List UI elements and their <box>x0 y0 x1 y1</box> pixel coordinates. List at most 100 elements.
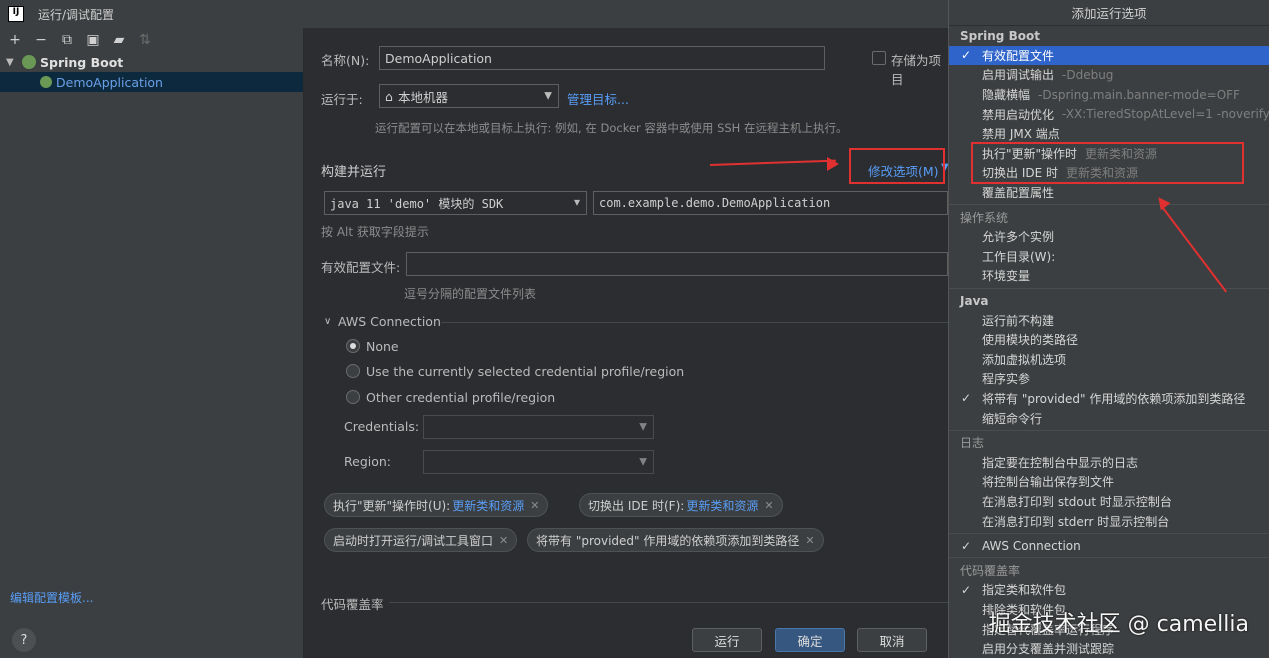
popup-option[interactable]: 缩短命令行 <box>949 408 1269 428</box>
aws-other-radio[interactable] <box>346 390 360 404</box>
cancel-button[interactable]: 取消 <box>857 628 927 652</box>
name-input[interactable]: DemoApplication <box>379 46 825 70</box>
popup-option-label: 启用调试输出 <box>982 68 1055 83</box>
popup-option-label: 允许多个实例 <box>982 230 1055 245</box>
checkmark-icon: ✓ <box>961 391 972 406</box>
frame-deactivation-chip[interactable]: 切换出 IDE 时(F): 更新类和资源 ✕ <box>579 493 783 517</box>
popup-option-label: 禁用启动优化 <box>982 107 1055 122</box>
popup-option[interactable]: 禁用启动优化 -XX:TieredStopAtLevel=1 -noverify <box>949 104 1269 124</box>
provided-scope-chip[interactable]: 将带有 "provided" 作用域的依赖项添加到类路径 ✕ <box>527 528 824 552</box>
chip-value[interactable]: 更新类和资源 <box>686 497 758 514</box>
credentials-label: Credentials: <box>344 419 420 434</box>
annotation-box <box>971 142 1244 184</box>
popup-option[interactable]: 允许多个实例 <box>949 227 1269 247</box>
aws-none-radio[interactable] <box>346 339 360 353</box>
popup-option[interactable]: 添加虚拟机选项 <box>949 350 1269 370</box>
popup-option[interactable]: 工作目录(W): <box>949 247 1269 267</box>
close-icon[interactable]: ✕ <box>764 499 773 512</box>
aws-current-radio[interactable] <box>346 364 360 378</box>
close-icon[interactable]: ✕ <box>499 534 508 547</box>
chip-value[interactable]: 更新类和资源 <box>452 497 524 514</box>
chevron-down-icon[interactable]: ▼ <box>6 57 18 68</box>
popup-option-label: 有效配置文件 <box>982 48 1055 63</box>
popup-option-label: 工作目录(W): <box>982 249 1056 264</box>
popup-option[interactable]: 程序实参 <box>949 369 1269 389</box>
save-icon[interactable]: ▣ <box>82 30 104 50</box>
chevron-down-icon: ▼ <box>639 456 647 468</box>
update-action-chip[interactable]: 执行"更新"操作时(U): 更新类和资源 ✕ <box>324 493 549 517</box>
popup-group-title: 日志 <box>960 436 985 451</box>
open-tool-window-chip[interactable]: 启动时打开运行/调试工具窗口 ✕ <box>324 528 518 552</box>
popup-option-hint: -Ddebug <box>1062 67 1114 82</box>
popup-option[interactable]: 启用调试输出 -Ddebug <box>949 65 1269 85</box>
copy-icon[interactable]: ⧉ <box>56 30 78 50</box>
aws-current-label: Use the currently selected credential pr… <box>366 364 685 379</box>
region-label: Region: <box>344 454 392 469</box>
close-icon[interactable]: ✕ <box>805 534 814 547</box>
chevron-down-icon: ▼ <box>573 197 580 209</box>
sort-icon[interactable]: ⇅ <box>134 30 156 50</box>
chevron-down-icon: ▼ <box>544 90 552 102</box>
aws-section-title[interactable]: AWS Connection <box>338 314 441 329</box>
popup-option[interactable]: 将控制台输出保存到文件 <box>949 472 1269 492</box>
aws-separator <box>441 322 948 323</box>
popup-option[interactable]: ✓ AWS Connection <box>949 536 1269 556</box>
popup-option-label: 指定类和软件包 <box>982 583 1067 598</box>
popup-option[interactable]: ✓ 有效配置文件 <box>949 45 1269 66</box>
popup-option[interactable]: 在消息打印到 stdout 时显示控制台 <box>949 492 1269 512</box>
popup-separator <box>949 204 1269 206</box>
popup-option[interactable]: 使用模块的类路径 <box>949 330 1269 350</box>
popup-option-label: 将带有 "provided" 作用域的依赖项添加到类路径 <box>982 391 1246 406</box>
store-as-project-checkbox[interactable] <box>872 51 886 65</box>
chip-label: 执行"更新"操作时(U): <box>333 498 451 513</box>
popup-option-label: 环境变量 <box>982 269 1031 284</box>
close-icon[interactable]: ✕ <box>530 499 539 512</box>
popup-option[interactable]: 启用分支覆盖并测试跟踪 <box>949 639 1269 658</box>
help-button[interactable]: ? <box>12 628 36 652</box>
home-icon: ⌂ <box>385 88 393 104</box>
run-on-select[interactable]: ⌂ 本地机器 ▼ <box>379 84 559 108</box>
add-run-options-popup: 添加运行选项 Spring Boot ✓ 有效配置文件 启用调试输出 -Ddebug 隐藏… <box>948 0 1269 658</box>
popup-group-title: 代码覆盖率 <box>960 563 1021 578</box>
popup-option[interactable]: 禁用 JMX 端点 <box>949 124 1269 144</box>
chip-label: 将带有 "provided" 作用域的依赖项添加到类路径 <box>536 533 800 548</box>
aws-other-label: Other credential profile/region <box>366 390 556 405</box>
minus-icon[interactable]: − <box>30 30 52 50</box>
build-run-title: 构建并运行 <box>321 165 387 180</box>
active-profiles-input[interactable] <box>406 252 948 276</box>
popup-option-label: 在消息打印到 stdout 时显示控制台 <box>982 494 1172 509</box>
main-class-input[interactable]: com.example.demo.DemoApplication <box>593 191 948 215</box>
tree-toolbar: + − ⧉ ▣ ▰ ⇅ <box>0 28 303 52</box>
sdk-select[interactable]: java 11 'demo' 模块的 SDK ▼ <box>324 191 587 215</box>
popup-option-label: 指定要在控制台中显示的日志 <box>982 455 1139 470</box>
spring-app-icon <box>40 76 52 88</box>
ok-button[interactable]: 确定 <box>775 628 845 652</box>
chevron-down-icon[interactable]: ∨ <box>324 316 331 327</box>
run-button[interactable]: 运行 <box>692 628 762 652</box>
popup-option[interactable]: 运行前不构建 <box>949 310 1269 330</box>
popup-option[interactable]: 隐藏横幅 -Dspring.main.banner-mode=OFF <box>949 85 1269 105</box>
popup-option-label: 程序实参 <box>982 372 1031 387</box>
popup-group-title: Java <box>960 293 989 308</box>
popup-option-label: 使用模块的类路径 <box>982 333 1079 348</box>
popup-separator <box>949 429 1269 431</box>
popup-option-label: AWS Connection <box>982 538 1081 553</box>
popup-option[interactable]: 在消息打印到 stderr 时显示控制台 <box>949 511 1269 531</box>
folder-add-icon[interactable]: ▰ <box>108 30 130 50</box>
tree-item-demo-application[interactable]: DemoApplication <box>0 72 303 92</box>
sdk-value: java 11 'demo' 模块的 SDK <box>330 196 504 211</box>
active-profiles-label: 有效配置文件: <box>321 260 401 275</box>
tree-group-spring-boot[interactable]: ▼ Spring Boot <box>0 52 303 72</box>
popup-option[interactable]: ✓ 将带有 "provided" 作用域的依赖项添加到类路径 <box>949 389 1269 409</box>
edit-templates-link[interactable]: 编辑配置模板... <box>10 589 93 606</box>
popup-option[interactable]: 覆盖配置属性 <box>949 183 1269 203</box>
manage-targets-link[interactable]: 管理目标... <box>567 89 629 108</box>
credentials-select[interactable]: ▼ <box>423 415 654 439</box>
plus-icon[interactable]: + <box>4 30 26 50</box>
config-form: 名称(N): DemoApplication 存储为项目 运行于: ⌂ 本地机器… <box>305 28 949 658</box>
annotation-arrowhead <box>827 157 839 171</box>
alt-hint: 按 Alt 获取字段提示 <box>321 225 429 239</box>
popup-option[interactable]: 指定要在控制台中显示的日志 <box>949 452 1269 472</box>
region-select[interactable]: ▼ <box>423 450 654 474</box>
popup-option[interactable]: ✓ 指定类和软件包 <box>949 580 1269 600</box>
